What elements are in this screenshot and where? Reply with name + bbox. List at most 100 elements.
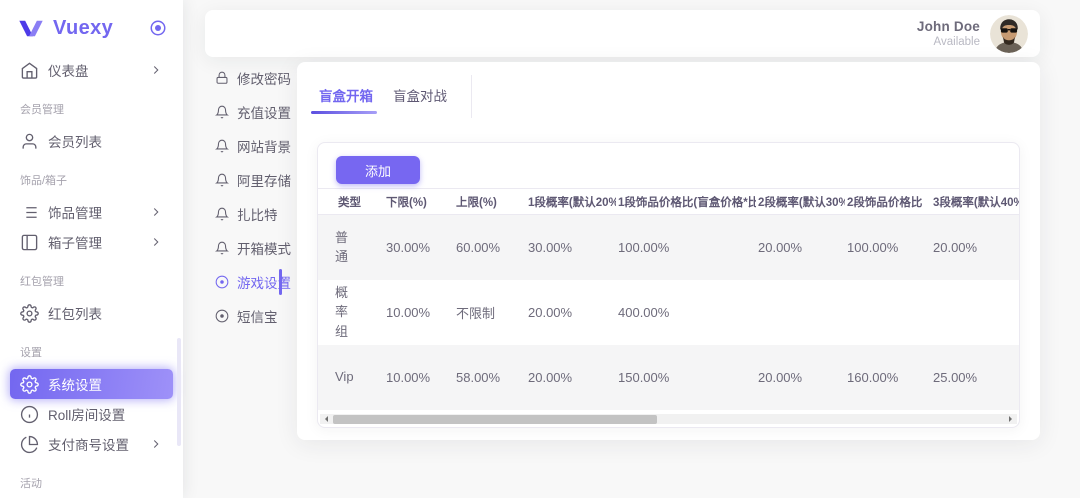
table-cell: 20.00%	[526, 345, 616, 410]
sidebar-item-member-list[interactable]: 会员列表	[10, 126, 173, 156]
sidebar-item-label: 系统设置	[48, 374, 102, 394]
table-cell: 10.00%	[384, 280, 454, 345]
user-name: John Doe	[917, 19, 980, 34]
table-cell: 20.00%	[526, 280, 616, 345]
table-row: 概率组 10.00% 不限制 20.00% 400.00%	[318, 280, 1019, 345]
sidebar-item-dashboard[interactable]: 仪表盘	[10, 55, 173, 85]
box-icon	[20, 233, 39, 252]
probability-table: 类型 下限(%) 上限(%) 1段概率(默认20%) 1段饰品价格比(盲盒价格*…	[318, 188, 1019, 410]
sidebar-item-roll-room-settings[interactable]: Roll房间设置	[10, 399, 173, 429]
bell-icon	[215, 105, 229, 119]
bell-icon	[215, 173, 229, 187]
header-bar: John Doe Available	[205, 10, 1040, 57]
table-cell: 30.00%	[384, 215, 454, 280]
sidebar-item-label: 会员列表	[48, 131, 102, 151]
tab-divider	[471, 75, 472, 118]
sidebar-item-item-management[interactable]: 饰品管理	[10, 197, 173, 227]
table-cell	[756, 280, 845, 345]
settings-menu-label: 扎比特	[237, 204, 278, 224]
sidebar-section-redpacket: 红包管理	[10, 275, 173, 289]
list-icon	[20, 203, 39, 222]
table-panel: 添加 类型 下限(%) 上限(%) 1段概率(默认20%) 1段饰品价格比(盲盒…	[317, 142, 1020, 428]
settings-menu-label: 短信宝	[237, 306, 278, 326]
horizontal-scrollbar-thumb[interactable]	[333, 415, 657, 424]
chevron-right-icon	[149, 205, 163, 219]
chevron-right-icon	[149, 235, 163, 249]
bell-icon	[215, 139, 229, 153]
table-cell: 20.00%	[931, 215, 1019, 280]
user-icon	[20, 132, 39, 151]
info-icon	[20, 405, 39, 424]
table-row: Vip 10.00% 58.00% 20.00% 150.00% 20.00% …	[318, 345, 1019, 410]
content-card: 盲盒开箱 盲盒对战 添加 类型 下限(%) 上限(%) 1段概率(默认20%) …	[297, 62, 1040, 440]
disc-icon	[215, 309, 229, 323]
settings-menu-item-change-password[interactable]: 修改密码	[215, 61, 295, 95]
settings-menu-item-recharge-settings[interactable]: 充值设置	[215, 95, 295, 129]
tab-blindbox-unboxing[interactable]: 盲盒开箱	[317, 75, 375, 118]
horizontal-scrollbar[interactable]	[320, 414, 1017, 424]
settings-menu-item-site-background[interactable]: 网站背景	[215, 129, 295, 163]
table-cell: 普通	[318, 215, 384, 280]
settings-menu-label: 充值设置	[237, 102, 291, 122]
table-cell: 概率组	[318, 280, 384, 345]
tab-blindbox-battle[interactable]: 盲盒对战	[391, 75, 449, 118]
scroll-right-arrow-icon[interactable]	[1009, 416, 1015, 422]
table-cell: 150.00%	[616, 345, 756, 410]
settings-menu-label: 修改密码	[237, 68, 291, 88]
column-header-stage1-probability: 1段概率(默认20%)	[526, 189, 616, 215]
gear-icon	[20, 304, 39, 323]
sidebar-nav: 仪表盘 会员管理 会员列表 饰品/箱子 饰品管理 箱子管理 红包管理 红包列表 …	[0, 53, 183, 491]
table-cell: 58.00%	[454, 345, 526, 410]
sidebar-item-label: 支付商号设置	[48, 434, 129, 454]
column-header-stage2-probability: 2段概率(默认30%)	[756, 189, 845, 215]
user-status: Available	[917, 36, 980, 48]
table-cell: 160.00%	[845, 345, 931, 410]
settings-menu-item-game-settings[interactable]: 游戏设置	[215, 265, 295, 299]
table-cell	[845, 280, 931, 345]
column-header-lower-limit: 下限(%)	[384, 189, 454, 215]
sidebar-item-redpacket-list[interactable]: 红包列表	[10, 298, 173, 328]
brand: Vuexy	[0, 0, 183, 53]
table-cell	[931, 280, 1019, 345]
vuexy-logo-icon	[18, 19, 44, 38]
settings-menu-item-ali-storage[interactable]: 阿里存储	[215, 163, 295, 197]
sidebar-scrollbar-thumb[interactable]	[177, 338, 181, 446]
scroll-left-arrow-icon[interactable]	[322, 416, 328, 422]
sidebar-item-box-management[interactable]: 箱子管理	[10, 227, 173, 257]
sidebar-section-activities: 活动	[10, 477, 173, 491]
user-info: John Doe Available	[917, 19, 980, 48]
sidebar-item-label: 箱子管理	[48, 232, 102, 252]
settings-menu: 修改密码 充值设置 网站背景 阿里存储 扎比特 开箱模式 游戏设置 短信宝	[215, 61, 295, 333]
tab-bar: 盲盒开箱 盲盒对战	[297, 62, 1040, 118]
settings-menu-label: 开箱模式	[237, 238, 291, 258]
settings-menu-label: 阿里存储	[237, 170, 291, 190]
chevron-right-icon	[149, 63, 163, 77]
column-header-upper-limit: 上限(%)	[454, 189, 526, 215]
settings-menu-item-unboxing-mode[interactable]: 开箱模式	[215, 231, 295, 265]
home-icon	[20, 61, 39, 80]
pie-chart-icon	[20, 435, 39, 454]
brand-name: Vuexy	[53, 17, 113, 40]
table-cell: 10.00%	[384, 345, 454, 410]
table-cell: 20.00%	[756, 215, 845, 280]
table-cell: Vip	[318, 345, 384, 410]
table-header-row: 类型 下限(%) 上限(%) 1段概率(默认20%) 1段饰品价格比(盲盒价格*…	[318, 189, 1019, 215]
menu-pin-toggle-icon[interactable]	[149, 19, 167, 37]
settings-menu-item-sms-bao[interactable]: 短信宝	[215, 299, 295, 333]
settings-menu-item-zabit[interactable]: 扎比特	[215, 197, 295, 231]
sidebar-item-system-settings[interactable]: 系统设置	[10, 369, 173, 399]
table-cell: 20.00%	[756, 345, 845, 410]
table-cell: 不限制	[454, 280, 526, 345]
sidebar-item-label: 仪表盘	[48, 60, 89, 80]
bell-icon	[215, 207, 229, 221]
sidebar-section-items-boxes: 饰品/箱子	[10, 174, 173, 188]
sidebar-item-payment-merchant-settings[interactable]: 支付商号设置	[10, 429, 173, 459]
sidebar-item-label: 红包列表	[48, 303, 102, 323]
sidebar-section-settings: 设置	[10, 346, 173, 360]
main-sidebar: Vuexy 仪表盘 会员管理 会员列表 饰品/箱子 饰品管理 箱子管理	[0, 0, 183, 498]
avatar[interactable]	[990, 15, 1028, 53]
panel-toolbar: 添加	[318, 143, 1019, 188]
table-cell: 60.00%	[454, 215, 526, 280]
table-cell: 100.00%	[616, 215, 756, 280]
add-button[interactable]: 添加	[336, 156, 420, 184]
